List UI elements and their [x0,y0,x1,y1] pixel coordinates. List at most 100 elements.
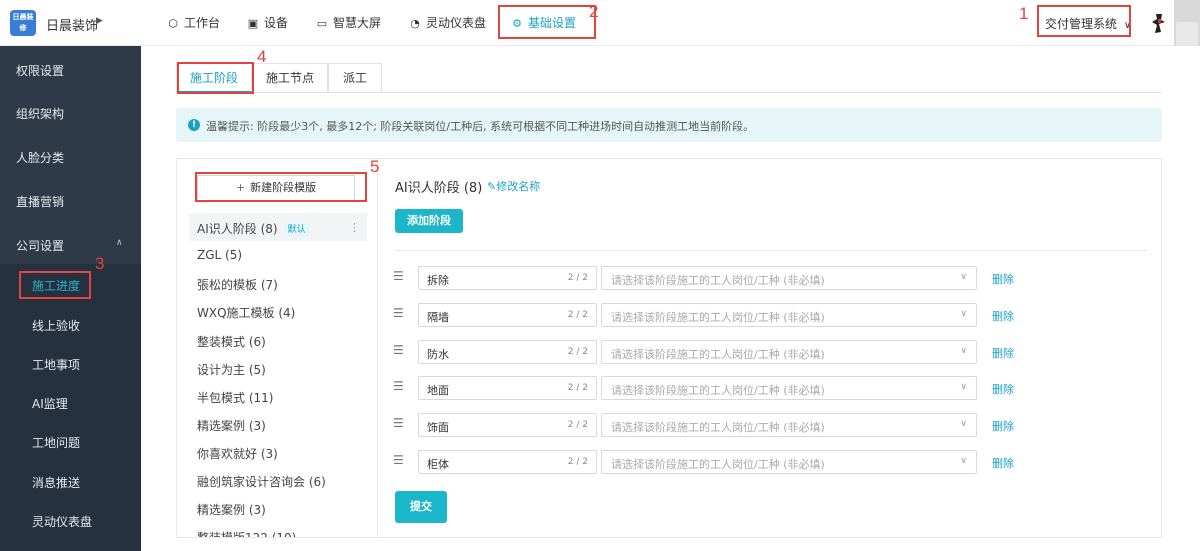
delete-link[interactable]: 删除 [992,381,1014,397]
template-item[interactable]: 張松的模板 (7) [197,276,278,293]
tab-construction-node[interactable]: 施工节点 [252,63,328,93]
stage-name-value: 柜体 [427,458,449,471]
select-placeholder: 请选择该阶段施工的工人岗位/工种 (非必填) [611,311,825,324]
worker-type-select[interactable]: 请选择该阶段施工的工人岗位/工种 (非必填) ∨ [601,450,977,474]
drag-handle-icon[interactable]: ☰ [393,306,407,320]
annotation-box-1 [1037,5,1131,37]
stage-name-input[interactable]: 柜体 2 / 2 [418,450,597,474]
chevron-down-icon: ∨ [960,346,967,356]
sidebar-submenu [0,264,141,551]
annotation-number: 3 [95,254,105,273]
submit-button[interactable]: 提交 [395,491,447,523]
sidebar-item-permissions[interactable]: 权限设置 [16,62,64,79]
nav-label: 灵动仪表盘 [426,16,487,30]
drag-handle-icon[interactable]: ☰ [393,379,407,393]
rename-link[interactable]: ✎修改名称 [487,178,540,194]
sidebar-item-site-issues[interactable]: 工地问题 [32,434,80,451]
template-item[interactable]: ZGL (5) [197,248,242,262]
nav-label: 智慧大屏 [333,16,382,30]
rename-label: 修改名称 [496,180,541,193]
template-item[interactable]: 整装模版122 (10) [197,529,296,537]
monitor-icon: ▭ [316,17,328,30]
nav-device[interactable]: ▣ 设备 [246,14,288,31]
template-item[interactable]: 精选案例 (3) [197,501,266,518]
brand-logo[interactable]: 日晨装修 [10,10,36,36]
chevron-down-icon: ∨ [960,419,967,429]
sidebar-item-ai-supervision[interactable]: AI监理 [32,395,68,412]
nav-dashboard[interactable]: ◔ 灵动仪表盘 [408,14,486,31]
sidebar-item-organization[interactable]: 组织架构 [16,105,64,122]
char-count: 2 / 2 [567,457,588,467]
edit-icon: ✎ [487,180,497,193]
drag-handle-icon[interactable]: ☰ [393,269,407,283]
caret-right-icon[interactable]: ▶ [96,16,103,26]
select-placeholder: 请选择该阶段施工的工人岗位/工种 (非必填) [611,458,825,471]
sidebar-item-company-settings[interactable]: 公司设置 [16,237,64,254]
template-item[interactable]: WXQ施工模板 (4) [197,304,295,321]
stage-name-input[interactable]: 饰面 2 / 2 [418,413,597,437]
chevron-down-icon: ∨ [960,456,967,466]
stage-name-input[interactable]: 拆除 2 / 2 [418,266,597,290]
template-item[interactable]: 设计为主 (5) [197,361,266,378]
delete-link[interactable]: 删除 [992,418,1014,434]
sidebar-item-site-matters[interactable]: 工地事项 [32,356,80,373]
worker-type-select[interactable]: 请选择该阶段施工的工人岗位/工种 (非必填) ∨ [601,413,977,437]
sidebar-item-dashboard[interactable]: 灵动仪表盘 [32,513,92,530]
tip-text: 温馨提示: 阶段最少3个, 最多12个; 阶段关联岗位/工种后, 系统可根据不同… [206,120,755,133]
char-count: 2 / 2 [567,420,588,430]
tab-dispatch[interactable]: 派工 [328,63,382,93]
char-count: 2 / 2 [567,383,588,393]
drag-handle-icon[interactable]: ☰ [393,416,407,430]
brand-name[interactable]: 日晨装饰 [46,15,98,34]
sidebar-item-online-acceptance[interactable]: 线上验收 [32,317,80,334]
annotation-box-5 [195,172,367,202]
template-item[interactable]: 半包模式 (11) [197,389,273,406]
device-icon: ▣ [247,17,259,30]
more-vertical-icon[interactable]: ⋮ [349,221,360,234]
sidebar-item-message-push[interactable]: 消息推送 [32,474,80,491]
logo-text: 日晨装修 [12,13,34,32]
stage-name-input[interactable]: 地面 2 / 2 [418,376,597,400]
delete-link[interactable]: 删除 [992,271,1014,287]
nav-workbench[interactable]: ⬡ 工作台 [166,14,220,31]
chevron-down-icon: ∨ [960,309,967,319]
sidebar-item-live-marketing[interactable]: 直播营销 [16,193,64,210]
sidebar-item-face-category[interactable]: 人脸分类 [16,149,64,166]
delete-link[interactable]: 删除 [992,455,1014,471]
template-item[interactable]: 你喜欢就好 (3) [197,445,278,462]
stage-title: AI识人阶段 (8) [395,181,483,196]
worker-type-select[interactable]: 请选择该阶段施工的工人岗位/工种 (非必填) ∨ [601,376,977,400]
annotation-number: 1 [1019,4,1029,23]
stage-name-input[interactable]: 隔墙 2 / 2 [418,303,597,327]
annotation-box-2 [498,5,596,39]
annotation-box-3 [19,271,91,299]
avatar[interactable] [1146,10,1172,36]
delete-link[interactable]: 删除 [992,345,1014,361]
nav-label: 设备 [264,16,289,30]
nav-label: 工作台 [184,16,221,30]
worker-type-select[interactable]: 请选择该阶段施工的工人岗位/工种 (非必填) ∨ [601,303,977,327]
template-list: + 新建阶段模版 AI识人阶段 (8) 默认 ⋮ ZGL (5) 張松的模板 (7)… [177,159,378,537]
annotation-number: 5 [370,157,380,176]
dashboard-icon: ◔ [410,17,420,30]
select-placeholder: 请选择该阶段施工的工人岗位/工种 (非必填) [611,274,825,287]
cube-icon: ⬡ [168,17,178,30]
nav-big-screen[interactable]: ▭ 智慧大屏 [315,14,381,31]
worker-type-select[interactable]: 请选择该阶段施工的工人岗位/工种 (非必填) ∨ [601,266,977,290]
add-stage-button[interactable]: 添加阶段 [395,209,463,233]
template-item[interactable]: 融创筑家设计咨询会 (6) [197,473,326,490]
drag-handle-icon[interactable]: ☰ [393,453,407,467]
template-item[interactable]: 精选案例 (3) [197,417,266,434]
stage-name-value: 拆除 [427,274,449,287]
select-placeholder: 请选择该阶段施工的工人岗位/工种 (非必填) [611,384,825,397]
select-placeholder: 请选择该阶段施工的工人岗位/工种 (非必填) [611,348,825,361]
char-count: 2 / 2 [567,347,588,357]
drag-handle-icon[interactable]: ☰ [393,343,407,357]
stage-name-input[interactable]: 防水 2 / 2 [418,340,597,364]
template-item[interactable]: 整装模式 (6) [197,333,266,350]
tab-label: 派工 [342,71,367,85]
delete-link[interactable]: 删除 [992,308,1014,324]
chevron-up-icon[interactable]: ∧ [116,238,123,248]
worker-type-select[interactable]: 请选择该阶段施工的工人岗位/工种 (非必填) ∨ [601,340,977,364]
template-item[interactable]: AI识人阶段 (8) 默认 [197,220,310,237]
